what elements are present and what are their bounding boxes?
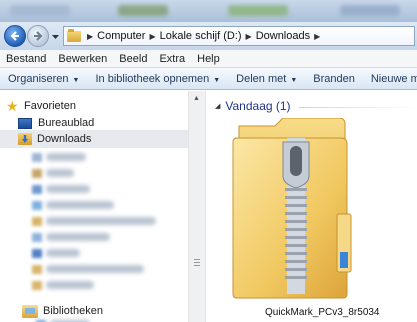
blurred-item[interactable] [46, 265, 144, 273]
downloads-folder-icon [18, 133, 32, 145]
include-in-library-button[interactable]: In bibliotheek opnemen ▼ [87, 73, 228, 85]
nav-libraries[interactable]: Bibliotheken [22, 302, 210, 320]
blurred-item[interactable] [46, 249, 80, 257]
blurred-icon [32, 169, 42, 178]
menu-tools[interactable]: Extra [153, 53, 191, 65]
menu-bar: Bestand Bewerken Beeld Extra Help [0, 50, 417, 68]
scroll-up-icon[interactable]: ▲ [193, 95, 200, 102]
blurred-item[interactable] [46, 185, 90, 193]
blurred-icon [32, 281, 42, 290]
chevron-right-icon[interactable]: ▶ [149, 32, 155, 41]
nav-libraries-label: Bibliotheken [43, 305, 103, 317]
blurred-item[interactable] [46, 169, 74, 177]
scroll-grip[interactable] [194, 259, 200, 267]
menu-help[interactable]: Help [191, 53, 226, 65]
nav-scrollbar[interactable]: ▲ [188, 91, 205, 322]
blurred-icon [32, 249, 42, 258]
chevron-right-icon[interactable]: ▶ [87, 32, 93, 41]
nav-favorites[interactable]: ★ Favorieten [6, 97, 194, 115]
chevron-down-icon: ▼ [72, 76, 80, 84]
forward-arrow-icon [34, 31, 43, 41]
blurred-icon [32, 153, 42, 162]
group-divider [299, 107, 417, 108]
star-icon: ★ [6, 98, 19, 114]
blurred-icon [32, 265, 42, 274]
file-list: ◢ Vandaag (1) QuickMark_PCv3_8r5034 [207, 91, 417, 322]
chevron-down-icon: ▼ [213, 76, 221, 84]
share-label: Delen met [236, 72, 287, 85]
burn-label: Branden [313, 72, 355, 85]
breadcrumb-drive[interactable]: Lokale schijf (D:) [160, 30, 242, 42]
recent-pages-dropdown[interactable] [51, 32, 60, 41]
group-header[interactable]: ◢ Vandaag (1) [215, 99, 291, 113]
command-bar: Organiseren ▼ In bibliotheek opnemen ▼ Del… [0, 68, 417, 90]
new-folder-label: Nieuwe map [370, 72, 417, 85]
blurred-item[interactable] [46, 217, 156, 225]
organize-button[interactable]: Organiseren ▼ [0, 73, 87, 85]
zip-folder-icon[interactable] [229, 118, 353, 300]
organize-label: Organiseren [8, 72, 69, 85]
chevron-right-icon[interactable]: ▶ [246, 32, 252, 41]
file-name[interactable]: QuickMark_PCv3_8r5034 [265, 307, 380, 318]
burn-button[interactable]: Branden [305, 73, 363, 85]
share-with-button[interactable]: Delen met ▼ [228, 73, 305, 85]
include-label: In bibliotheek opnemen [95, 72, 210, 85]
blurred-item[interactable] [46, 201, 114, 209]
address-bar[interactable]: ▶ Computer ▶ Lokale schijf (D:) ▶ Downlo… [63, 26, 415, 46]
desktop-icon [18, 117, 32, 129]
back-arrow-icon [10, 31, 19, 41]
nav-favorites-label: Favorieten [24, 100, 76, 112]
blurred-icon [32, 185, 42, 194]
group-header-label: Vandaag (1) [225, 99, 291, 113]
nav-downloads[interactable]: Downloads [0, 130, 188, 148]
nav-desktop-label: Bureaublad [38, 117, 95, 129]
blurred-item[interactable] [46, 281, 94, 289]
menu-view[interactable]: Beeld [113, 53, 153, 65]
breadcrumb-downloads[interactable]: Downloads [256, 30, 310, 42]
nav-downloads-label: Downloads [37, 133, 92, 145]
menu-file[interactable]: Bestand [0, 53, 52, 65]
window-tab-strip [0, 0, 417, 22]
blurred-item[interactable] [46, 233, 110, 241]
navigation-pane: ★ Favorieten Bureaublad Downloads Biblio… [0, 91, 206, 322]
new-folder-button[interactable]: Nieuwe map [363, 73, 417, 85]
address-row: ▶ Computer ▶ Lokale schijf (D:) ▶ Downlo… [0, 22, 417, 50]
libraries-icon [22, 304, 38, 318]
blurred-item[interactable] [46, 153, 86, 161]
blurred-icon [32, 233, 42, 242]
folder-icon [67, 28, 81, 42]
breadcrumb-computer[interactable]: Computer [97, 30, 145, 42]
menu-edit[interactable]: Bewerken [52, 53, 113, 65]
forward-button[interactable] [27, 25, 49, 47]
collapse-triangle-icon[interactable]: ◢ [215, 102, 220, 110]
back-button[interactable] [4, 25, 26, 47]
chevron-right-icon[interactable]: ▶ [314, 32, 320, 41]
blurred-icon [32, 217, 42, 226]
chevron-down-icon: ▼ [290, 76, 298, 84]
blurred-icon [32, 201, 42, 210]
